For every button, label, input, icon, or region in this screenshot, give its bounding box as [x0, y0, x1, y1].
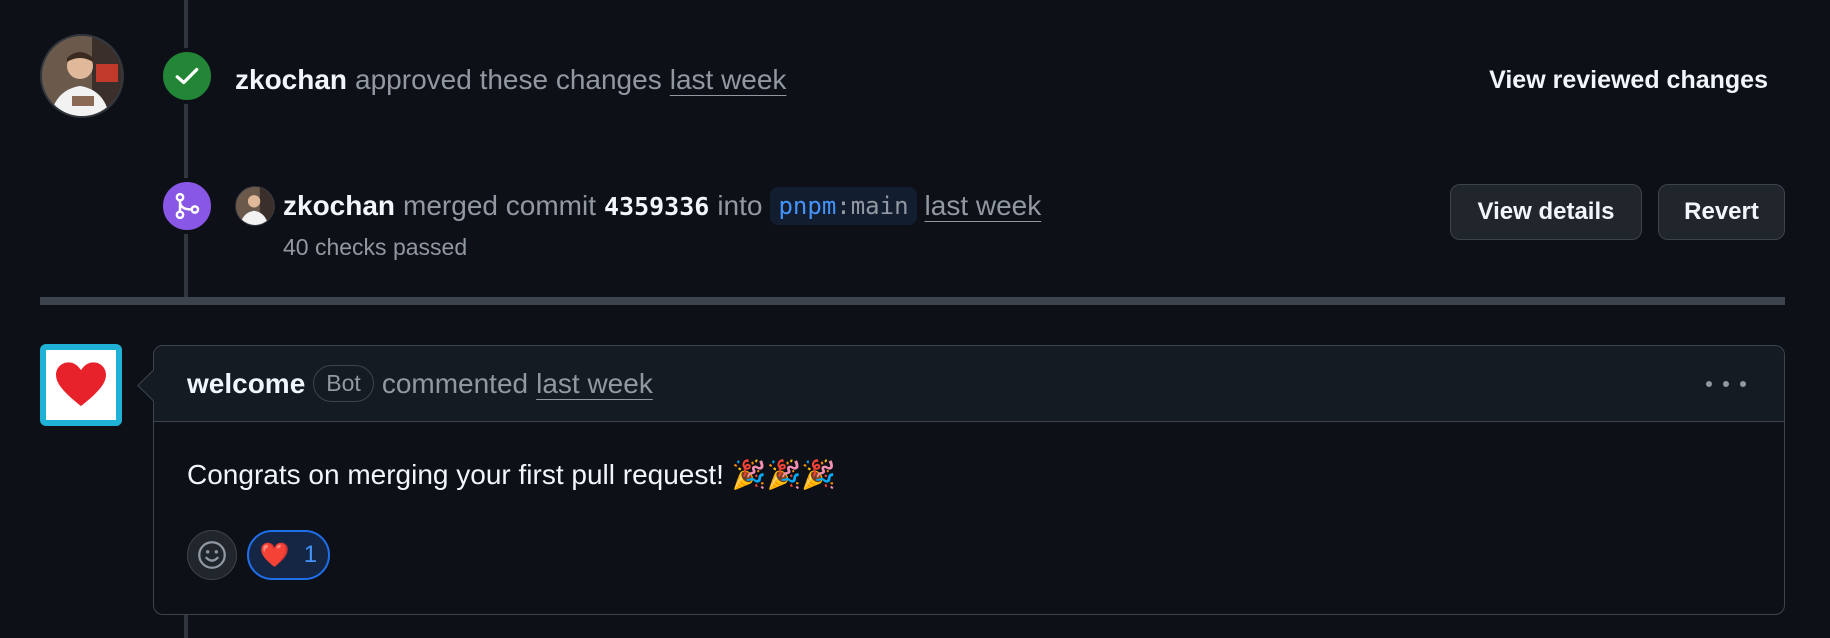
merge-author-link[interactable]: zkochan	[283, 190, 395, 222]
add-reaction-button[interactable]	[187, 530, 237, 580]
pr-timeline: zkochan approved these changes last week…	[0, 0, 1830, 638]
comment-time-link[interactable]: last week	[536, 368, 653, 400]
timeline-line	[184, 615, 188, 638]
author-avatar[interactable]	[40, 34, 124, 118]
bot-avatar[interactable]	[40, 344, 122, 426]
revert-button[interactable]: Revert	[1658, 184, 1785, 240]
heart-reaction-button[interactable]: ❤️ 1	[247, 530, 330, 580]
branch-ref[interactable]: pnpm:main	[770, 187, 917, 225]
approval-action-text: approved these changes	[355, 64, 662, 95]
branch-separator: :	[836, 192, 851, 220]
merge-event: zkochan merged commit 4359336 into pnpm:…	[235, 186, 1041, 226]
kebab-menu-icon[interactable]	[1706, 370, 1746, 398]
approval-time-link[interactable]: last week	[670, 64, 787, 96]
approval-event: zkochan approved these changes last week	[235, 64, 786, 96]
merge-time-link[interactable]: last week	[925, 190, 1042, 222]
smiley-icon	[198, 541, 226, 569]
branch-repo: pnpm	[778, 192, 837, 220]
heart-icon	[56, 362, 106, 407]
check-icon	[175, 67, 199, 85]
heart-reaction-count: 1	[303, 541, 318, 568]
comment-author-link[interactable]: welcome	[187, 368, 305, 400]
git-merge-icon	[175, 192, 200, 220]
commit-sha-link[interactable]: 4359336	[604, 192, 709, 221]
branch-name: main	[850, 192, 909, 220]
approved-badge	[159, 48, 215, 104]
comment-body: Congrats on merging your first pull requ…	[187, 459, 837, 490]
timeline-divider	[40, 297, 1785, 305]
timeline-line	[184, 0, 188, 300]
comment-box: welcome Bot commented last week Congrats…	[153, 345, 1785, 615]
comment-header: welcome Bot commented last week	[154, 346, 1784, 422]
merge-into-text: into	[717, 190, 763, 221]
comment-action-text: commented	[381, 367, 529, 399]
bot-badge: Bot	[313, 365, 374, 402]
checks-status[interactable]: 40 checks passed	[283, 234, 467, 261]
merge-action-text: merged commit	[403, 190, 596, 221]
approval-author-link[interactable]: zkochan	[235, 64, 347, 96]
view-reviewed-changes-link[interactable]: View reviewed changes	[1489, 66, 1768, 95]
merged-badge	[159, 178, 215, 234]
merger-avatar[interactable]	[235, 186, 275, 226]
view-details-button[interactable]: View details	[1450, 184, 1642, 240]
heart-reaction-emoji: ❤️	[259, 541, 290, 569]
